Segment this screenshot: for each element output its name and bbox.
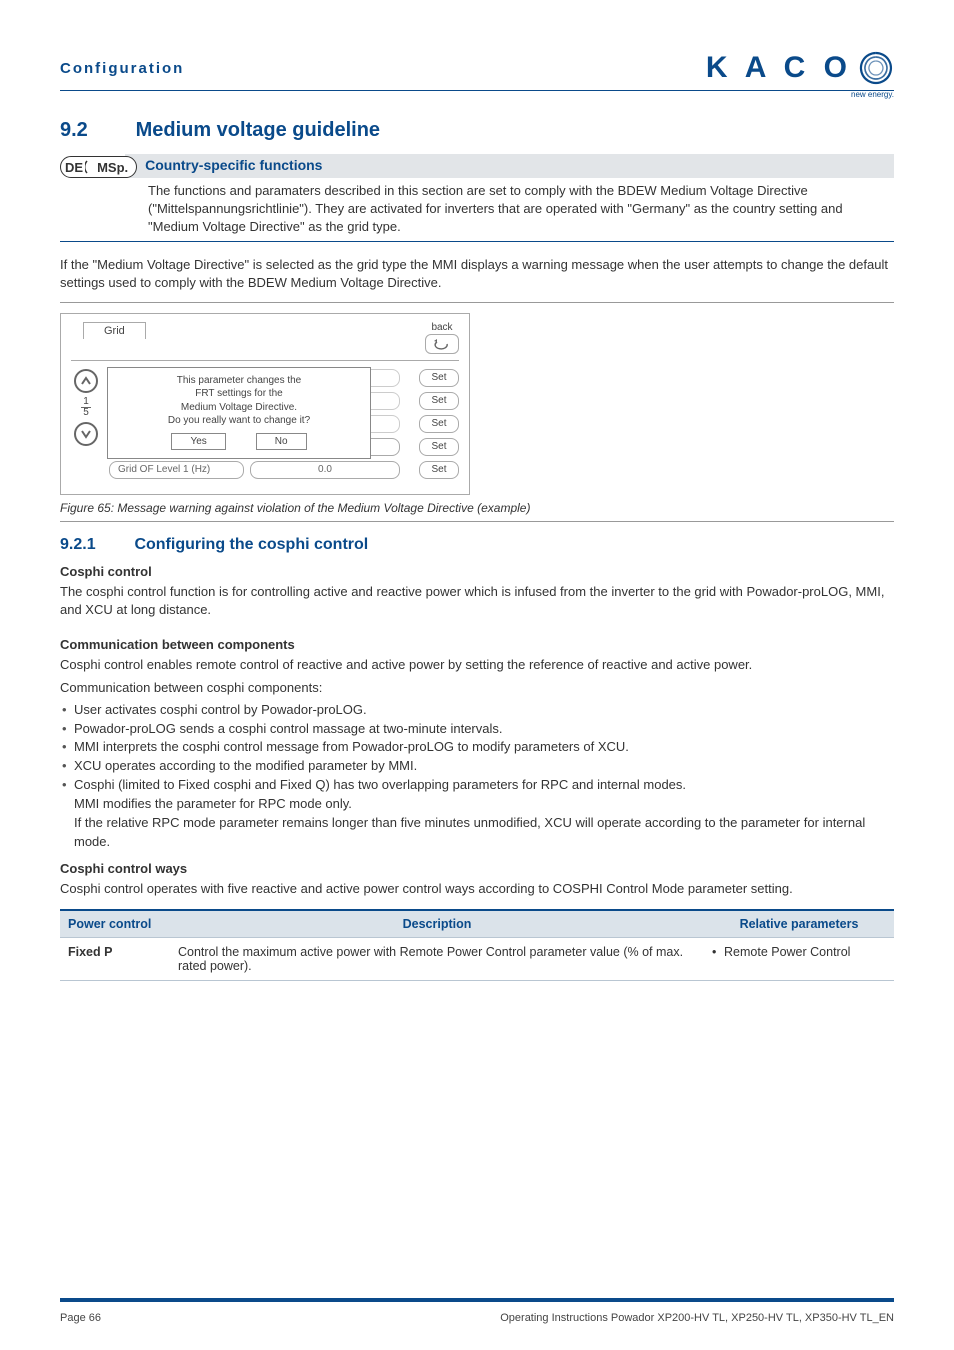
para-after-infobox: If the "Medium Voltage Directive" is sel… — [60, 256, 894, 292]
dialog-yes-button[interactable]: Yes — [171, 433, 225, 451]
list-row: Grid OF Level 1 (Hz) 0.0 — [109, 461, 411, 479]
dialog-line4: Do you really want to change it? — [116, 414, 362, 428]
ways-heading: Cosphi control ways — [60, 861, 894, 876]
set-button[interactable]: Set — [419, 438, 459, 456]
mmi-screenshot: Grid back 1 5 R — [60, 313, 470, 495]
heading-9-2-title: Medium voltage guideline — [136, 119, 380, 141]
caret-down-icon — [80, 428, 92, 440]
page-total: 5 — [81, 408, 91, 418]
page-header: Configuration K A C O new energy. — [60, 50, 894, 91]
set-column: Set Set Set Set Set — [419, 369, 459, 484]
figure-65-caption: Figure 65: Message warning against viola… — [60, 501, 894, 515]
section-name: Configuration — [60, 60, 184, 77]
footer-rule — [60, 1298, 894, 1302]
communication-heading: Communication between components — [60, 637, 894, 652]
left-controls: 1 5 — [71, 369, 101, 484]
ways-para: Cosphi control operates with five reacti… — [60, 880, 894, 898]
table-row: Fixed P Control the maximum active power… — [60, 937, 894, 980]
communication-p1: Cosphi control enables remote control of… — [60, 656, 894, 674]
bullet-item: MMI interprets the cosphi control messag… — [62, 738, 894, 757]
cosphi-control-para: The cosphi control function is for contr… — [60, 583, 894, 619]
up-button[interactable] — [74, 369, 98, 393]
dialog-line1: This parameter changes the — [116, 374, 362, 388]
communication-bullets: User activates cosphi control by Powador… — [60, 701, 894, 852]
back-button[interactable] — [425, 334, 459, 354]
heading-9-2-1-number: 9.2.1 — [60, 536, 130, 554]
bullet5-line3: If the relative RPC mode parameter remai… — [74, 814, 894, 852]
dialog-no-button[interactable]: No — [256, 433, 307, 451]
logo: K A C O new energy. — [706, 50, 894, 86]
heading-9-2-1-title: Configuring the cosphi control — [134, 536, 368, 553]
back-arrow-icon — [433, 338, 451, 350]
communication-p2: Communication between cosphi components: — [60, 679, 894, 697]
th-description: Description — [170, 910, 704, 938]
country-specific-box: DE MSp. Country-specific functions The f… — [60, 154, 894, 242]
divider — [60, 302, 894, 303]
cell-relative-params: Remote Power Control — [704, 937, 894, 980]
set-button[interactable]: Set — [419, 369, 459, 387]
bullet-item: Powador-proLOG sends a cosphi control ma… — [62, 720, 894, 739]
bullet5-line1: Cosphi (limited to Fixed cosphi and Fixe… — [74, 777, 686, 792]
param-item: Remote Power Control — [712, 945, 886, 959]
pill-de: DE — [65, 160, 83, 175]
divider — [60, 521, 894, 522]
logo-subtext: new energy. — [851, 90, 894, 99]
page-indicator: 1 5 — [81, 397, 91, 418]
heading-9-2-number: 9.2 — [60, 119, 130, 142]
country-specific-header: DE MSp. Country-specific functions — [60, 154, 894, 178]
cell-description: Control the maximum active power with Re… — [170, 937, 704, 980]
set-button[interactable]: Set — [419, 415, 459, 433]
caret-up-icon — [80, 375, 92, 387]
back-label: back — [425, 322, 459, 333]
set-button[interactable]: Set — [419, 392, 459, 410]
set-button[interactable]: Set — [419, 461, 459, 479]
cosphi-control-heading: Cosphi control — [60, 564, 894, 579]
footer-page: Page 66 — [60, 1312, 101, 1324]
de-msp-pill: DE MSp. — [60, 156, 137, 178]
bullet-item: XCU operates according to the modified p… — [62, 757, 894, 776]
dialog-line2: FRT settings for the — [116, 387, 362, 401]
pill-divider-icon — [85, 160, 95, 174]
heading-9-2-1: 9.2.1 Configuring the cosphi control — [60, 536, 894, 554]
dialog-line3: Medium Voltage Directive. — [116, 401, 362, 415]
logo-text: K A C O — [706, 51, 852, 85]
down-button[interactable] — [74, 422, 98, 446]
row5-value: 0.0 — [250, 461, 400, 479]
country-specific-body: The functions and paramaters described i… — [60, 178, 894, 242]
th-relative-params: Relative parameters — [704, 910, 894, 938]
bullet5-line2: MMI modifies the parameter for RPC mode … — [74, 795, 894, 814]
footer-doc-title: Operating Instructions Powador XP200-HV … — [500, 1312, 894, 1324]
mmi-list: R R G Grid UV Level 1 (%)0 Grid OF Level… — [109, 369, 411, 484]
confirm-dialog: This parameter changes the FRT settings … — [107, 367, 371, 460]
mmi-body: 1 5 R R G Grid UV Level 1 (%)0 Grid OF L… — [71, 369, 459, 484]
mmi-topbar: Grid back — [71, 322, 459, 361]
bullet-item: Cosphi (limited to Fixed cosphi and Fixe… — [62, 776, 894, 851]
th-power-control: Power control — [60, 910, 170, 938]
cell-power-control: Fixed P — [60, 937, 170, 980]
heading-9-2: 9.2 Medium voltage guideline — [60, 119, 894, 142]
row5-label: Grid OF Level 1 (Hz) — [109, 461, 244, 479]
pill-msp: MSp. — [97, 160, 128, 175]
logo-swirl-icon — [858, 50, 894, 86]
back-area: back — [425, 322, 459, 354]
bullet-item: User activates cosphi control by Powador… — [62, 701, 894, 720]
page-footer: Page 66 Operating Instructions Powador X… — [60, 1312, 894, 1324]
tab-grid[interactable]: Grid — [83, 322, 146, 339]
power-control-table: Power control Description Relative param… — [60, 909, 894, 981]
country-specific-title: Country-specific functions — [125, 154, 894, 178]
